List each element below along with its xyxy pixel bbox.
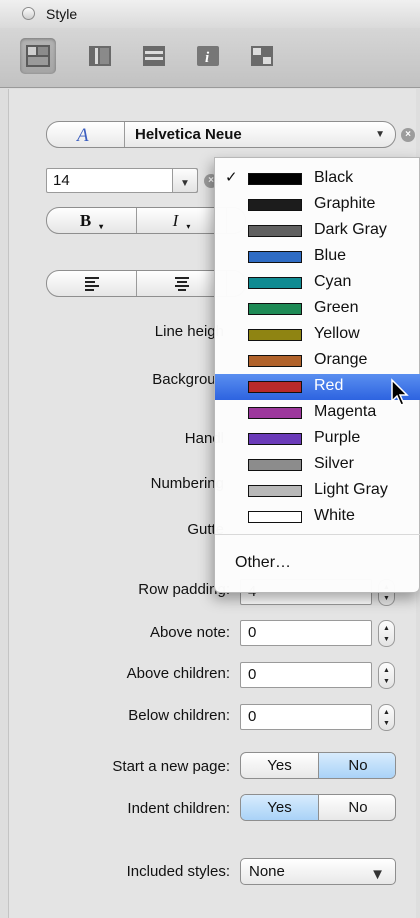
menu-item-white[interactable]: White xyxy=(215,504,420,530)
below-children-stepper[interactable]: ▲ ▼ xyxy=(378,704,395,731)
menu-item-purple[interactable]: Purple xyxy=(215,426,420,452)
indent-children-label: Indent children: xyxy=(127,800,230,817)
color-swatch xyxy=(248,433,302,445)
color-swatch xyxy=(248,277,302,289)
menu-item-yellow[interactable]: Yellow xyxy=(215,322,420,348)
style-inspector-icon[interactable] xyxy=(20,38,56,74)
menu-separator xyxy=(215,534,420,535)
color-swatch xyxy=(248,381,302,393)
menu-item-label: Blue xyxy=(314,247,347,264)
color-swatch xyxy=(248,251,302,263)
above-children-stepper[interactable]: ▲ ▼ xyxy=(378,662,395,689)
start-new-page-yes[interactable]: Yes xyxy=(241,753,319,778)
color-swatch xyxy=(248,459,302,471)
checkmark-icon: ✓ xyxy=(225,169,238,186)
color-menu: Other… ✓ Black Graphite Dark Gray Blue Cyan Gr… xyxy=(214,157,420,593)
close-button[interactable] xyxy=(22,7,35,20)
clear-font-icon[interactable]: × xyxy=(401,128,415,142)
menu-item-dark-gray[interactable]: Dark Gray xyxy=(215,218,420,244)
color-swatch xyxy=(248,303,302,315)
rows-inspector-icon[interactable] xyxy=(136,38,172,74)
start-new-page-no[interactable]: No xyxy=(319,753,395,778)
bold-button[interactable]: B ▾ xyxy=(47,208,137,233)
font-name: Helvetica Neue xyxy=(135,126,242,143)
menu-item-label: Green xyxy=(314,299,359,316)
menu-item-label: Silver xyxy=(314,455,355,472)
menu-item-label: Dark Gray xyxy=(314,221,387,238)
menu-item-graphite[interactable]: Graphite xyxy=(215,192,420,218)
menu-item-black[interactable]: ✓ Black xyxy=(215,166,420,192)
color-swatch xyxy=(248,355,302,367)
menu-item-label: Purple xyxy=(314,429,361,446)
below-children-label: Below children: xyxy=(128,707,230,724)
menu-item-label: Black xyxy=(314,169,354,186)
chevron-down-icon: ▼ xyxy=(375,129,385,140)
menu-item-label: Magenta xyxy=(314,403,377,420)
color-swatch xyxy=(248,225,302,237)
window-title: Style xyxy=(46,6,78,22)
menu-item-cyan[interactable]: Cyan xyxy=(215,270,420,296)
above-note-stepper[interactable]: ▲ ▼ xyxy=(378,620,395,647)
menu-item-label: Yellow xyxy=(314,325,360,342)
above-note-value: 0 xyxy=(248,624,257,641)
included-styles-label: Included styles: xyxy=(126,863,230,880)
below-children-value: 0 xyxy=(248,708,257,725)
font-size-dropdown[interactable]: ▼ xyxy=(172,168,198,193)
menu-item-orange[interactable]: Orange xyxy=(215,348,420,374)
font-panel-button[interactable]: A xyxy=(47,122,125,147)
below-children-field[interactable]: 0 xyxy=(240,704,372,730)
numbering-label: Numbering xyxy=(150,475,224,492)
included-styles-popup[interactable]: None ▼ xyxy=(240,858,396,885)
menu-item-green[interactable]: Green xyxy=(215,296,420,322)
above-children-value: 0 xyxy=(248,666,257,683)
info-inspector-icon[interactable]: i xyxy=(190,38,226,74)
layout-inspector-icon[interactable] xyxy=(244,38,280,74)
above-note-label: Above note: xyxy=(149,624,230,641)
color-swatch xyxy=(248,173,302,185)
align-left-icon[interactable] xyxy=(47,271,137,296)
menu-item-label: Orange xyxy=(314,351,368,368)
menu-item-label: Cyan xyxy=(314,273,352,290)
inspector-toolbar: i xyxy=(0,28,420,88)
indent-children-yes[interactable]: Yes xyxy=(241,795,319,820)
menu-item-other[interactable]: Other… xyxy=(235,554,291,572)
above-note-field[interactable]: 0 xyxy=(240,620,372,646)
above-children-field[interactable]: 0 xyxy=(240,662,372,688)
indent-children-toggle: Yes No xyxy=(240,794,396,821)
included-styles-value: None xyxy=(249,863,285,880)
font-size-value: 14 xyxy=(53,172,70,189)
columns-inspector-icon[interactable] xyxy=(82,38,118,74)
svg-text:A: A xyxy=(75,125,89,146)
start-new-page-toggle: Yes No xyxy=(240,752,396,779)
start-new-page-label: Start a new page: xyxy=(112,758,230,775)
indent-children-no[interactable]: No xyxy=(319,795,395,820)
color-swatch xyxy=(248,329,302,341)
menu-item-label: Red xyxy=(314,377,344,394)
menu-item-label: White xyxy=(314,507,355,524)
menu-item-silver[interactable]: Silver xyxy=(215,452,420,478)
chevron-down-icon: ▼ xyxy=(370,866,385,883)
above-children-label: Above children: xyxy=(126,665,230,682)
chevron-down-icon: ▼ xyxy=(180,178,190,189)
color-swatch xyxy=(248,511,302,523)
menu-item-label: Light Gray xyxy=(314,481,388,498)
font-family-popup[interactable]: A Helvetica Neue ▼ xyxy=(46,121,396,148)
color-swatch xyxy=(248,199,302,211)
menu-item-blue[interactable]: Blue xyxy=(215,244,420,270)
title-bar: Style xyxy=(0,0,420,28)
color-swatch xyxy=(248,485,302,497)
color-swatch xyxy=(248,407,302,419)
mouse-cursor-icon xyxy=(391,378,409,406)
menu-item-light-gray[interactable]: Light Gray xyxy=(215,478,420,504)
menu-item-label: Graphite xyxy=(314,195,376,212)
